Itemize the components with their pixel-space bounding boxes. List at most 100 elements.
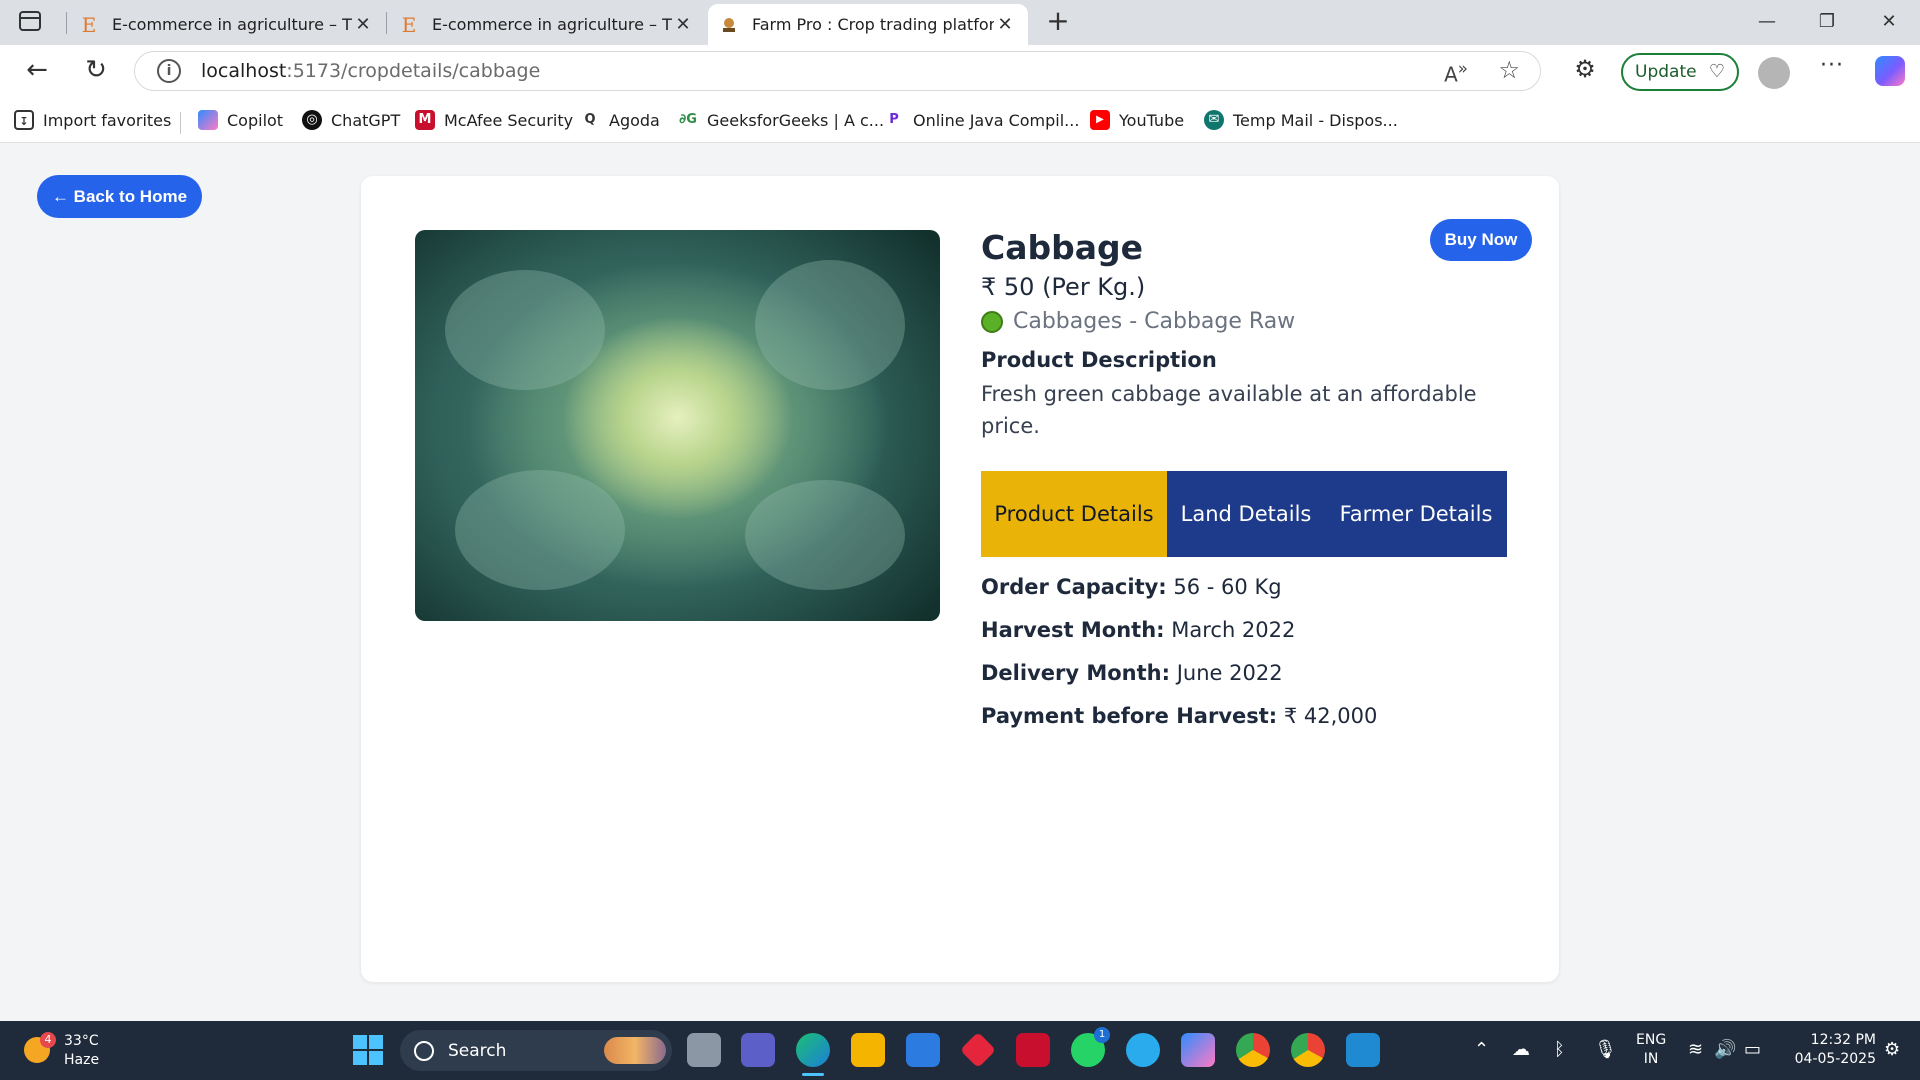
task-view-icon[interactable] (687, 1033, 721, 1067)
url-input[interactable]: i localhost:5173/cropdetails/cabbage A» … (134, 51, 1541, 91)
tab-actions-icon[interactable] (18, 10, 44, 34)
anydesk-icon[interactable] (959, 1031, 997, 1069)
system-clock[interactable]: 12:32 PM 04-05-2025 (1786, 1031, 1876, 1069)
refresh-icon[interactable]: ↻ (80, 55, 112, 87)
browser-tab[interactable]: E E-commerce in agriculture – The c ✕ (388, 4, 706, 45)
details-tabs: Product Details Land Details Farmer Deta… (981, 471, 1507, 557)
mcafee-icon: M (415, 110, 435, 130)
crop-details-card: Cabbage ₹ 50 (Per Kg.) Cabbages - Cabbag… (361, 176, 1559, 982)
clock-time: 12:32 PM (1810, 1032, 1876, 1048)
microphone-icon[interactable]: 🎙 (1594, 1039, 1617, 1060)
more-options-icon[interactable]: ··· (1820, 53, 1844, 78)
language-indicator[interactable]: ENG IN (1636, 1031, 1666, 1069)
tab-separator (386, 12, 387, 34)
mcafee-icon[interactable] (1016, 1033, 1050, 1067)
windows-start-icon[interactable] (353, 1035, 383, 1065)
whatsapp-badge: 1 (1094, 1027, 1110, 1043)
youtube-icon: ▶ (1090, 110, 1110, 130)
site-info-icon[interactable]: i (157, 59, 181, 83)
favorite-java-compiler[interactable]: P Online Java Compil... (884, 108, 1079, 132)
window-close-icon[interactable]: ✕ (1874, 8, 1904, 36)
favorite-label: Online Java Compil... (913, 110, 1080, 130)
bluetooth-icon[interactable]: ᛒ (1554, 1039, 1565, 1060)
back-arrow-icon[interactable]: ← (21, 55, 53, 87)
file-explorer-icon[interactable] (851, 1033, 885, 1067)
tab-product-details[interactable]: Product Details (981, 471, 1167, 557)
tray-overflow-icon[interactable]: ⌃ (1474, 1039, 1489, 1060)
copilot-icon (198, 110, 218, 130)
detail-key: Order Capacity: (981, 575, 1167, 599)
wifi-icon[interactable]: ≋ (1688, 1039, 1703, 1060)
favorite-label: McAfee Security (444, 110, 574, 130)
tab-separator (66, 12, 67, 34)
read-aloud-icon[interactable]: A» (1444, 59, 1468, 87)
taskbar-search[interactable]: Search (400, 1030, 672, 1071)
farm-icon (720, 16, 738, 34)
detail-row-payment: Payment before Harvest: ₹ 42,000 (981, 704, 1521, 747)
telegram-icon[interactable] (1126, 1033, 1160, 1067)
crop-price: ₹ 50 (Per Kg.) (981, 273, 1146, 301)
battery-icon[interactable]: ▭ (1744, 1039, 1761, 1060)
favorite-youtube[interactable]: ▶ YouTube (1090, 108, 1184, 132)
search-highlight-image (604, 1037, 666, 1064)
detail-value: March 2022 (1171, 618, 1296, 642)
favorite-import[interactable]: ↧ Import favorites (14, 108, 171, 132)
description-text: Fresh green cabbage available at an affo… (981, 382, 1477, 438)
detail-key: Delivery Month: (981, 661, 1171, 685)
tab-land-details[interactable]: Land Details (1167, 471, 1325, 557)
store-icon[interactable] (906, 1033, 940, 1067)
new-tab-icon[interactable]: + (1044, 7, 1072, 36)
browser-tab-active[interactable]: Farm Pro : Crop trading platform ✕ (708, 4, 1028, 45)
favorite-label: Import favorites (43, 110, 172, 130)
favorites-separator (180, 112, 181, 134)
chrome-profile-icon[interactable] (1291, 1033, 1325, 1067)
crop-variety-text: Cabbages - Cabbage Raw (1013, 309, 1296, 334)
notifications-icon[interactable]: ⚙ (1884, 1039, 1900, 1060)
favorite-chatgpt[interactable]: ◎ ChatGPT (302, 108, 400, 132)
onedrive-icon[interactable]: ☁ (1512, 1039, 1530, 1060)
weather-widget[interactable]: 4 33°C Haze (22, 1031, 122, 1071)
favorite-label: Copilot (227, 110, 284, 130)
update-button[interactable]: Update ♡ (1621, 53, 1739, 91)
browser-tab[interactable]: E E-commerce in agriculture – The c ✕ (68, 4, 386, 45)
minimize-icon[interactable]: — (1752, 8, 1782, 36)
detail-value: ₹ 42,000 (1283, 704, 1378, 728)
tab-close-icon[interactable]: ✕ (672, 14, 694, 36)
favorite-mcafee[interactable]: M McAfee Security (415, 108, 573, 132)
favorite-star-icon[interactable]: ☆ (1498, 56, 1520, 84)
edge-icon[interactable] (796, 1033, 830, 1076)
back-to-home-button[interactable]: ← Back to Home (37, 175, 202, 218)
image-leaf (755, 260, 905, 390)
detail-row-order-capacity: Order Capacity: 56 - 60 Kg (981, 575, 1521, 618)
extensions-icon[interactable]: ⚙ (1570, 55, 1600, 85)
teams-icon[interactable] (741, 1033, 775, 1067)
agoda-icon: Q (580, 110, 600, 130)
favorite-geeksforgeeks[interactable]: ∂G GeeksforGeeks | A c... (678, 108, 884, 132)
tab-title: Farm Pro : Crop trading platform (752, 15, 994, 34)
lang-top: ENG (1636, 1032, 1667, 1048)
favorite-temp-mail[interactable]: ✉ Temp Mail - Dispos... (1204, 108, 1398, 132)
chatgpt-icon: ◎ (302, 110, 322, 130)
tab-farmer-details[interactable]: Farmer Details (1325, 471, 1507, 557)
detail-key: Payment before Harvest: (981, 704, 1278, 728)
restore-icon[interactable]: ❐ (1812, 8, 1842, 36)
detail-key: Harvest Month: (981, 618, 1165, 642)
tab-close-icon[interactable]: ✕ (352, 14, 374, 36)
weather-temp: 33°C (64, 1033, 99, 1049)
favorite-label: Temp Mail - Dispos... (1233, 110, 1398, 130)
favorite-agoda[interactable]: Q Agoda (580, 108, 660, 132)
favorite-label: GeeksforGeeks | A c... (707, 110, 885, 130)
tab-close-icon[interactable]: ✕ (994, 14, 1016, 36)
volume-icon[interactable]: 🔊 (1714, 1039, 1736, 1060)
profile-avatar[interactable] (1758, 57, 1790, 89)
url-path: :5173/cropdetails/cabbage (286, 60, 541, 82)
buy-now-button[interactable]: Buy Now (1430, 219, 1532, 261)
weather-badge: 4 (40, 1032, 56, 1048)
copilot-icon[interactable] (1181, 1033, 1215, 1067)
favorite-copilot[interactable]: Copilot (198, 108, 283, 132)
vscode-icon[interactable] (1346, 1033, 1380, 1067)
chrome-icon[interactable] (1236, 1033, 1270, 1067)
copilot-icon[interactable] (1875, 56, 1905, 86)
url-text: localhost:5173/cropdetails/cabbage (201, 60, 540, 82)
whatsapp-icon[interactable]: 1 (1071, 1027, 1110, 1067)
